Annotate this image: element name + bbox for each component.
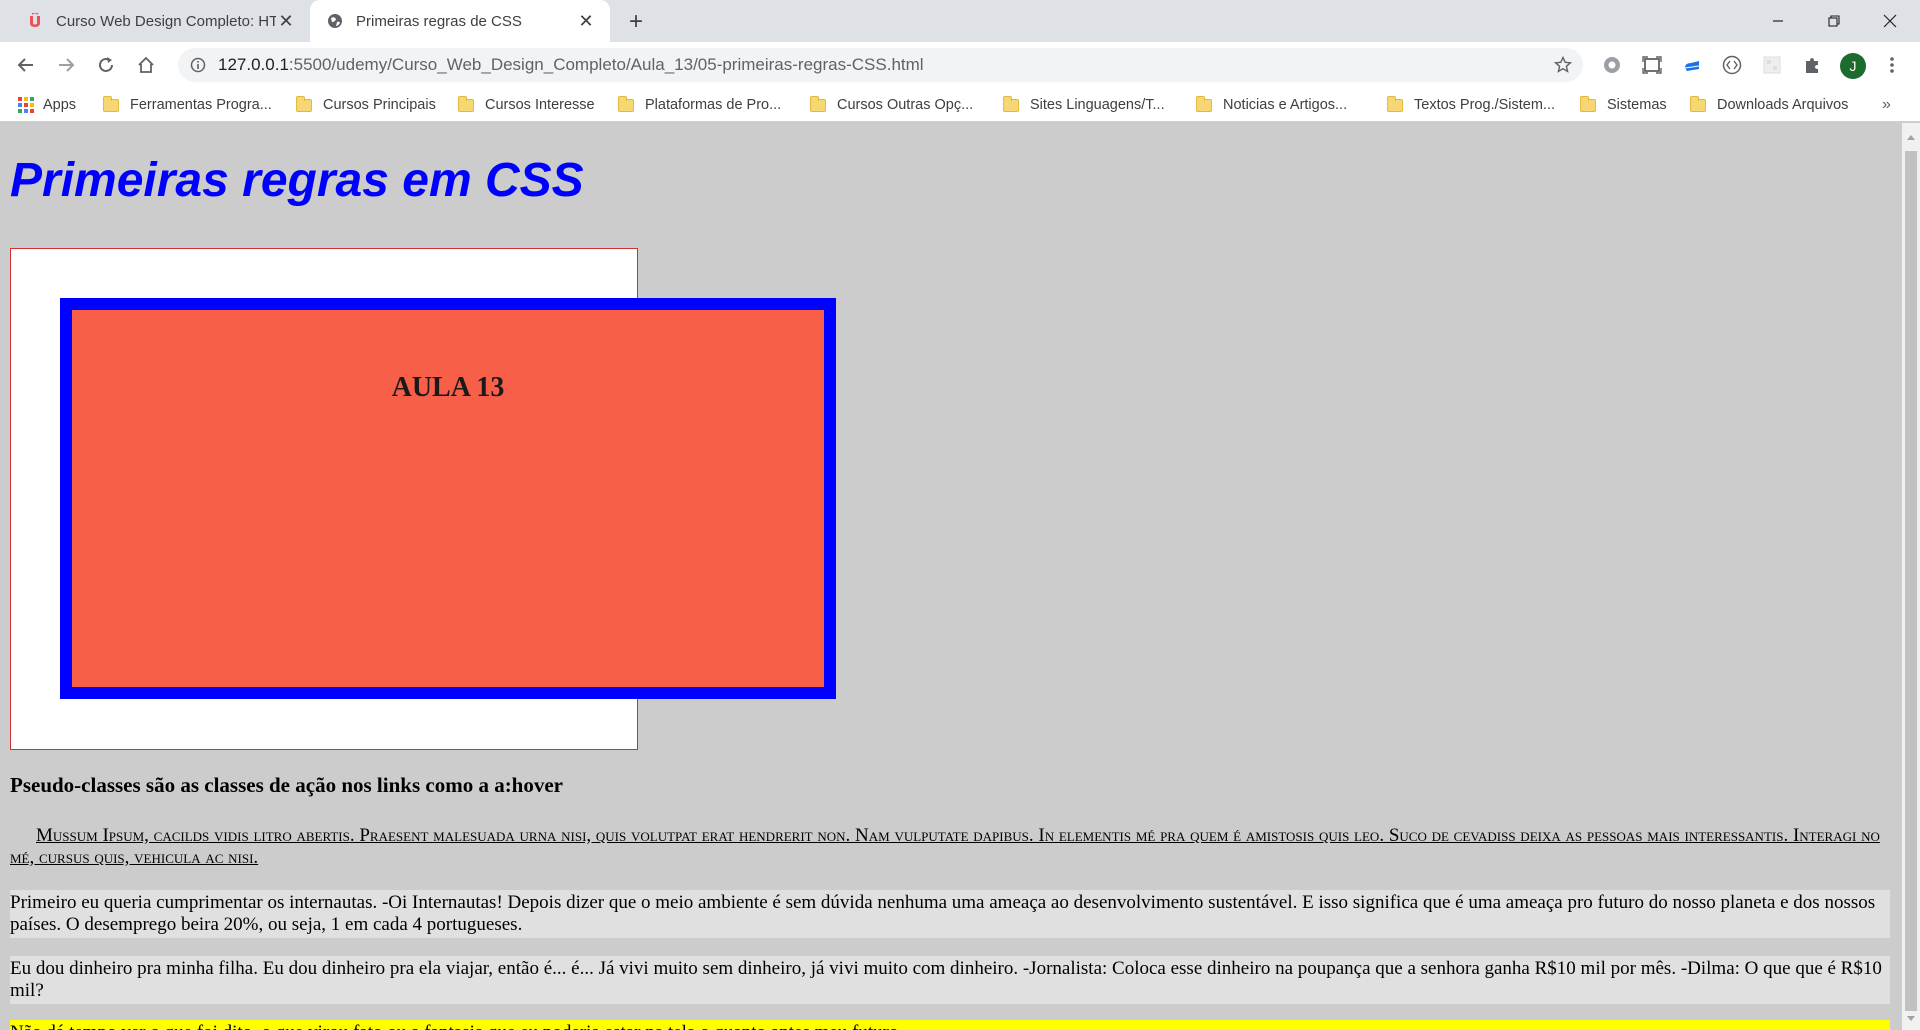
page-heading: Primeiras regras em CSS [10, 154, 584, 207]
subheading: Pseudo-classes são as classes de ação no… [10, 773, 564, 797]
tab-strip: Curso Web Design Completo: HTML ✕ Primei… [0, 0, 1920, 42]
bookmark-folder[interactable]: Textos Prog./Sistem... [1387, 88, 1555, 122]
tab-title: Curso Web Design Completo: HTML [56, 12, 276, 30]
forward-button[interactable] [50, 49, 82, 81]
blank-extension-icon[interactable] [1760, 53, 1784, 77]
scrollbar-thumb[interactable] [1905, 151, 1917, 1011]
folder-icon [103, 95, 119, 112]
folder-icon [1003, 95, 1019, 112]
tab-primeiras-regras[interactable]: Primeiras regras de CSS ✕ [310, 0, 610, 42]
url-path: :5500/udemy/Curso_Web_Design_Completo/Au… [288, 55, 924, 74]
globe-icon [326, 12, 344, 30]
url-host: 127.0.0.1 [218, 55, 289, 74]
folder-icon [296, 95, 312, 112]
tab-close-icon[interactable]: ✕ [276, 11, 296, 31]
tab-title: Primeiras regras de CSS [356, 12, 522, 30]
minimize-button[interactable] [1750, 0, 1806, 42]
red-box: AULA 13 [60, 298, 836, 699]
bookmarks-bar: Apps Ferramentas Progra... Cursos Princi… [0, 88, 1920, 122]
paragraph-2: Eu dou dinheiro pra minha filha. Eu dou … [10, 956, 1890, 1004]
folder-icon [618, 95, 634, 112]
folder-icon [1387, 95, 1403, 112]
bookmark-label: Cursos Outras Opç... [837, 97, 974, 113]
link-paragraph[interactable]: Mussum Ipsum, cacilds vidis litro aberti… [10, 825, 1890, 869]
scroll-up-arrow-icon[interactable] [1907, 135, 1915, 140]
home-button[interactable] [130, 49, 162, 81]
code-extension-icon[interactable] [1720, 53, 1744, 77]
restore-button[interactable] [1806, 0, 1862, 42]
folder-icon [1580, 95, 1596, 112]
url-text[interactable]: 127.0.0.1:5500/udemy/Curso_Web_Design_Co… [218, 55, 1543, 75]
bookmark-folder[interactable]: Sites Linguagens/T... [1003, 88, 1165, 122]
kebab-menu-icon[interactable] [1880, 53, 1904, 77]
vertical-scrollbar[interactable] [1902, 123, 1920, 1030]
bookmark-folder[interactable]: Cursos Interesse [458, 88, 595, 122]
forward-arrow-icon [59, 58, 75, 72]
bookmark-folder[interactable]: Sistemas [1580, 88, 1667, 122]
home-icon [138, 56, 154, 73]
close-window-button[interactable] [1862, 0, 1918, 42]
folder-icon [1196, 95, 1212, 112]
box-label: AULA 13 [391, 372, 505, 403]
bookmark-apps[interactable]: Apps [18, 88, 76, 122]
bookmark-folder[interactable]: Ferramentas Progra... [103, 88, 272, 122]
page-viewport: Primeiras regras em CSS AULA 13 Pseudo-c… [0, 123, 1902, 1030]
scroll-down-arrow-icon[interactable] [1907, 1016, 1915, 1021]
back-arrow-icon [17, 58, 33, 72]
bookmark-label: Plataformas de Pro... [645, 97, 782, 113]
bookmark-label: Downloads Arquivos [1717, 97, 1849, 113]
reload-button[interactable] [90, 49, 122, 81]
bookmark-folder[interactable]: Plataformas de Pro... [618, 88, 781, 122]
bookmark-label: Sites Linguagens/T... [1030, 97, 1165, 113]
back-button[interactable] [10, 49, 42, 81]
bookmark-star-icon[interactable] [1543, 56, 1583, 74]
paragraph-1: Primeiro eu queria cumprimentar os inter… [10, 890, 1890, 938]
screen-capture-extension-icon[interactable] [1640, 53, 1664, 77]
bookmark-folder[interactable]: Cursos Outras Opç... [810, 88, 973, 122]
tab-close-icon[interactable]: ✕ [576, 11, 596, 31]
bookmark-label: Sistemas [1607, 97, 1667, 113]
address-bar[interactable]: 127.0.0.1:5500/udemy/Curso_Web_Design_Co… [178, 48, 1583, 82]
profile-avatar[interactable]: J [1840, 53, 1866, 79]
bookmark-label: Noticias e Artigos... [1223, 97, 1348, 113]
cloud-extension-icon[interactable] [1680, 53, 1704, 77]
site-info-icon[interactable] [178, 57, 218, 73]
bookmark-label: Cursos Principais [323, 97, 436, 113]
settings-gear-extension-icon[interactable] [1600, 53, 1624, 77]
browser-toolbar: 127.0.0.1:5500/udemy/Curso_Web_Design_Co… [0, 42, 1920, 88]
bookmarks-overflow-button[interactable]: » [1882, 88, 1891, 122]
bookmark-label: Apps [43, 97, 77, 113]
bookmark-label: Ferramentas Progra... [130, 97, 272, 113]
bookmark-label: Textos Prog./Sistem... [1414, 97, 1556, 113]
new-tab-button[interactable]: + [622, 8, 650, 36]
folder-icon [1690, 95, 1706, 112]
tab-udemy-course[interactable]: Curso Web Design Completo: HTML ✕ [10, 0, 310, 42]
udemy-icon [26, 12, 44, 30]
reload-icon [99, 57, 113, 72]
bookmark-folder[interactable]: Cursos Principais [296, 88, 436, 122]
paragraph-3-highlighted: Não dá tempo ver o que foi dito, o que v… [10, 1020, 1890, 1030]
folder-icon [810, 95, 826, 112]
apps-grid-icon [18, 97, 34, 113]
folder-icon [458, 95, 474, 112]
bookmark-folder[interactable]: Downloads Arquivos [1690, 88, 1848, 122]
bookmark-folder[interactable]: Noticias e Artigos... [1196, 88, 1347, 122]
bookmark-label: Cursos Interesse [485, 97, 595, 113]
puzzle-extensions-icon[interactable] [1800, 53, 1824, 77]
